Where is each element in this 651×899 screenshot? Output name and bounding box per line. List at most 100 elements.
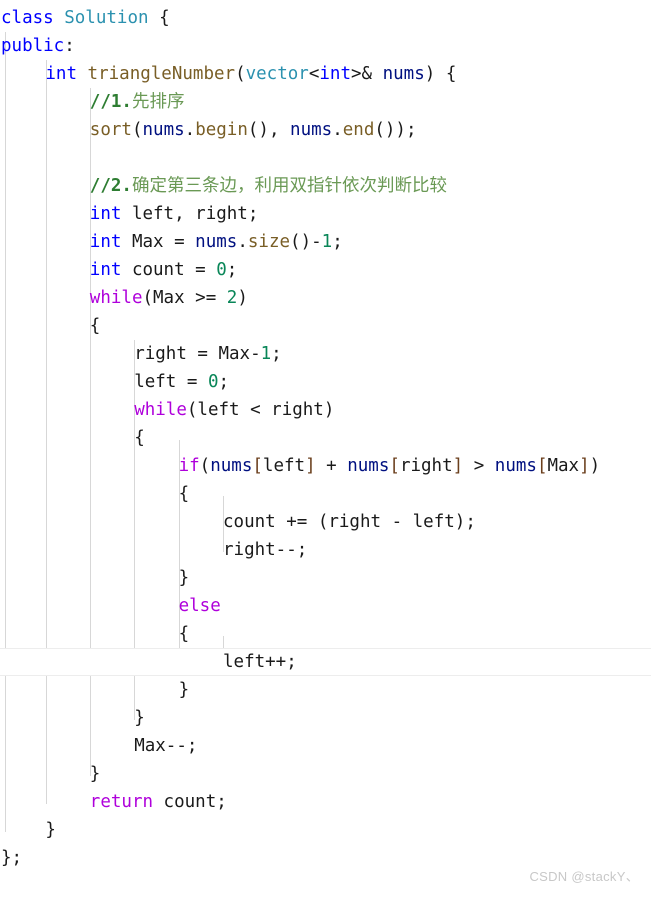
code-token: if bbox=[178, 456, 200, 476]
code-token: int bbox=[319, 64, 351, 84]
code-token: . bbox=[332, 120, 343, 140]
code-token: (left < right) bbox=[186, 400, 335, 420]
code-token: ] bbox=[579, 456, 590, 476]
code-token: count += (right - left); bbox=[223, 512, 476, 532]
code-token: ()- bbox=[290, 232, 322, 252]
code-token: int bbox=[89, 204, 122, 224]
code-token: left bbox=[262, 456, 306, 476]
code-token: nums bbox=[347, 456, 390, 476]
code-line[interactable]: count += (right - left); bbox=[0, 508, 651, 536]
code-line[interactable]: left++; bbox=[0, 648, 651, 676]
code-token: ) bbox=[589, 456, 601, 476]
code-token: 先排序 bbox=[131, 92, 185, 112]
code-line[interactable]: } bbox=[0, 760, 651, 788]
code-token: ) { bbox=[424, 64, 457, 84]
code-token: . bbox=[184, 120, 196, 140]
code-token: { bbox=[178, 484, 190, 504]
code-token: //2. bbox=[89, 176, 132, 196]
code-token: (Max >= bbox=[142, 288, 227, 308]
code-token: Max = bbox=[121, 232, 196, 252]
code-token: : bbox=[64, 36, 75, 56]
code-token: count; bbox=[153, 792, 227, 812]
code-token: { bbox=[89, 316, 101, 336]
code-token: { bbox=[134, 428, 145, 448]
code-token: int bbox=[45, 64, 77, 84]
code-token: } bbox=[178, 568, 190, 588]
code-token: while bbox=[89, 288, 143, 308]
code-token: nums bbox=[142, 120, 185, 140]
code-line[interactable]: Max--; bbox=[0, 732, 651, 760]
code-token: 确定第三条边，利用双指针依次判断比较 bbox=[131, 176, 447, 196]
code-token: vector bbox=[245, 64, 309, 84]
code-token: 1 bbox=[321, 232, 333, 252]
code-line[interactable]: int triangleNumber(vector<int>& nums) { bbox=[0, 60, 651, 88]
code-token: ; bbox=[218, 372, 230, 392]
code-editor[interactable]: class Solution {public: int triangleNumbe… bbox=[0, 0, 651, 899]
code-token: triangleNumber bbox=[87, 64, 236, 84]
code-token: [ bbox=[536, 456, 548, 476]
code-token: int bbox=[89, 260, 122, 280]
code-token: //1. bbox=[89, 92, 132, 112]
code-line[interactable]: left = 0; bbox=[0, 368, 651, 396]
code-token: { bbox=[178, 624, 190, 644]
code-line[interactable]: right--; bbox=[0, 536, 651, 564]
code-token: count = bbox=[121, 260, 217, 280]
code-token: nums bbox=[195, 232, 238, 252]
code-token: else bbox=[178, 596, 221, 616]
code-token: 2 bbox=[226, 288, 238, 308]
code-token: ; bbox=[271, 344, 282, 364]
code-token: ( bbox=[199, 456, 211, 476]
code-token: ()); bbox=[374, 120, 417, 140]
code-line[interactable]: right = Max-1; bbox=[0, 340, 651, 368]
code-line[interactable]: public: bbox=[0, 32, 651, 60]
code-token: Max--; bbox=[134, 736, 198, 756]
code-line[interactable]: int left, right; bbox=[0, 200, 651, 228]
code-line[interactable]: while(Max >= 2) bbox=[0, 284, 651, 312]
code-token: ; bbox=[226, 260, 238, 280]
code-token: (), bbox=[247, 120, 291, 140]
code-line[interactable]: { bbox=[0, 424, 651, 452]
csdn-watermark: CSDN @stackY、 bbox=[529, 869, 639, 884]
code-line[interactable]: int Max = nums.size()-1; bbox=[0, 228, 651, 256]
code-token: } bbox=[134, 708, 145, 728]
code-line[interactable]: { bbox=[0, 620, 651, 648]
code-token: } bbox=[45, 820, 56, 840]
code-token: while bbox=[134, 400, 187, 420]
code-line[interactable]: { bbox=[0, 312, 651, 340]
code-token: < bbox=[308, 64, 320, 84]
code-line[interactable]: { bbox=[0, 480, 651, 508]
code-line[interactable]: } bbox=[0, 564, 651, 592]
code-token: ( bbox=[235, 64, 246, 84]
code-token: return bbox=[89, 792, 154, 812]
code-line[interactable]: class Solution { bbox=[0, 4, 651, 32]
code-token: right = Max- bbox=[134, 344, 261, 364]
code-line[interactable]: return count; bbox=[0, 788, 651, 816]
code-line[interactable]: //2.确定第三条边，利用双指针依次判断比较 bbox=[0, 172, 651, 200]
code-token: public bbox=[1, 36, 65, 56]
code-line[interactable]: } bbox=[0, 704, 651, 732]
code-token: { bbox=[148, 8, 170, 28]
code-token: Solution bbox=[64, 8, 149, 28]
code-line[interactable]: if(nums[left] + nums[right] > nums[Max]) bbox=[0, 452, 651, 480]
code-line[interactable]: //1.先排序 bbox=[0, 88, 651, 116]
code-token: Max bbox=[547, 456, 580, 476]
code-line[interactable]: while(left < right) bbox=[0, 396, 651, 424]
code-line[interactable] bbox=[0, 144, 651, 172]
code-line[interactable]: sort(nums.begin(), nums.end()); bbox=[0, 116, 651, 144]
code-token: > bbox=[463, 456, 495, 476]
code-line[interactable]: int count = 0; bbox=[0, 256, 651, 284]
code-token: ] bbox=[452, 456, 464, 476]
code-line[interactable]: } bbox=[0, 816, 651, 844]
code-token: ( bbox=[131, 120, 143, 140]
code-content[interactable]: class Solution {public: int triangleNumbe… bbox=[0, 0, 651, 872]
code-token: nums bbox=[494, 456, 537, 476]
code-token: [ bbox=[252, 456, 263, 476]
code-token: + bbox=[315, 456, 348, 476]
code-token: nums bbox=[210, 456, 253, 476]
code-line[interactable]: } bbox=[0, 676, 651, 704]
code-token: sort bbox=[89, 120, 132, 140]
code-line[interactable]: else bbox=[0, 592, 651, 620]
code-token: int bbox=[89, 232, 122, 252]
